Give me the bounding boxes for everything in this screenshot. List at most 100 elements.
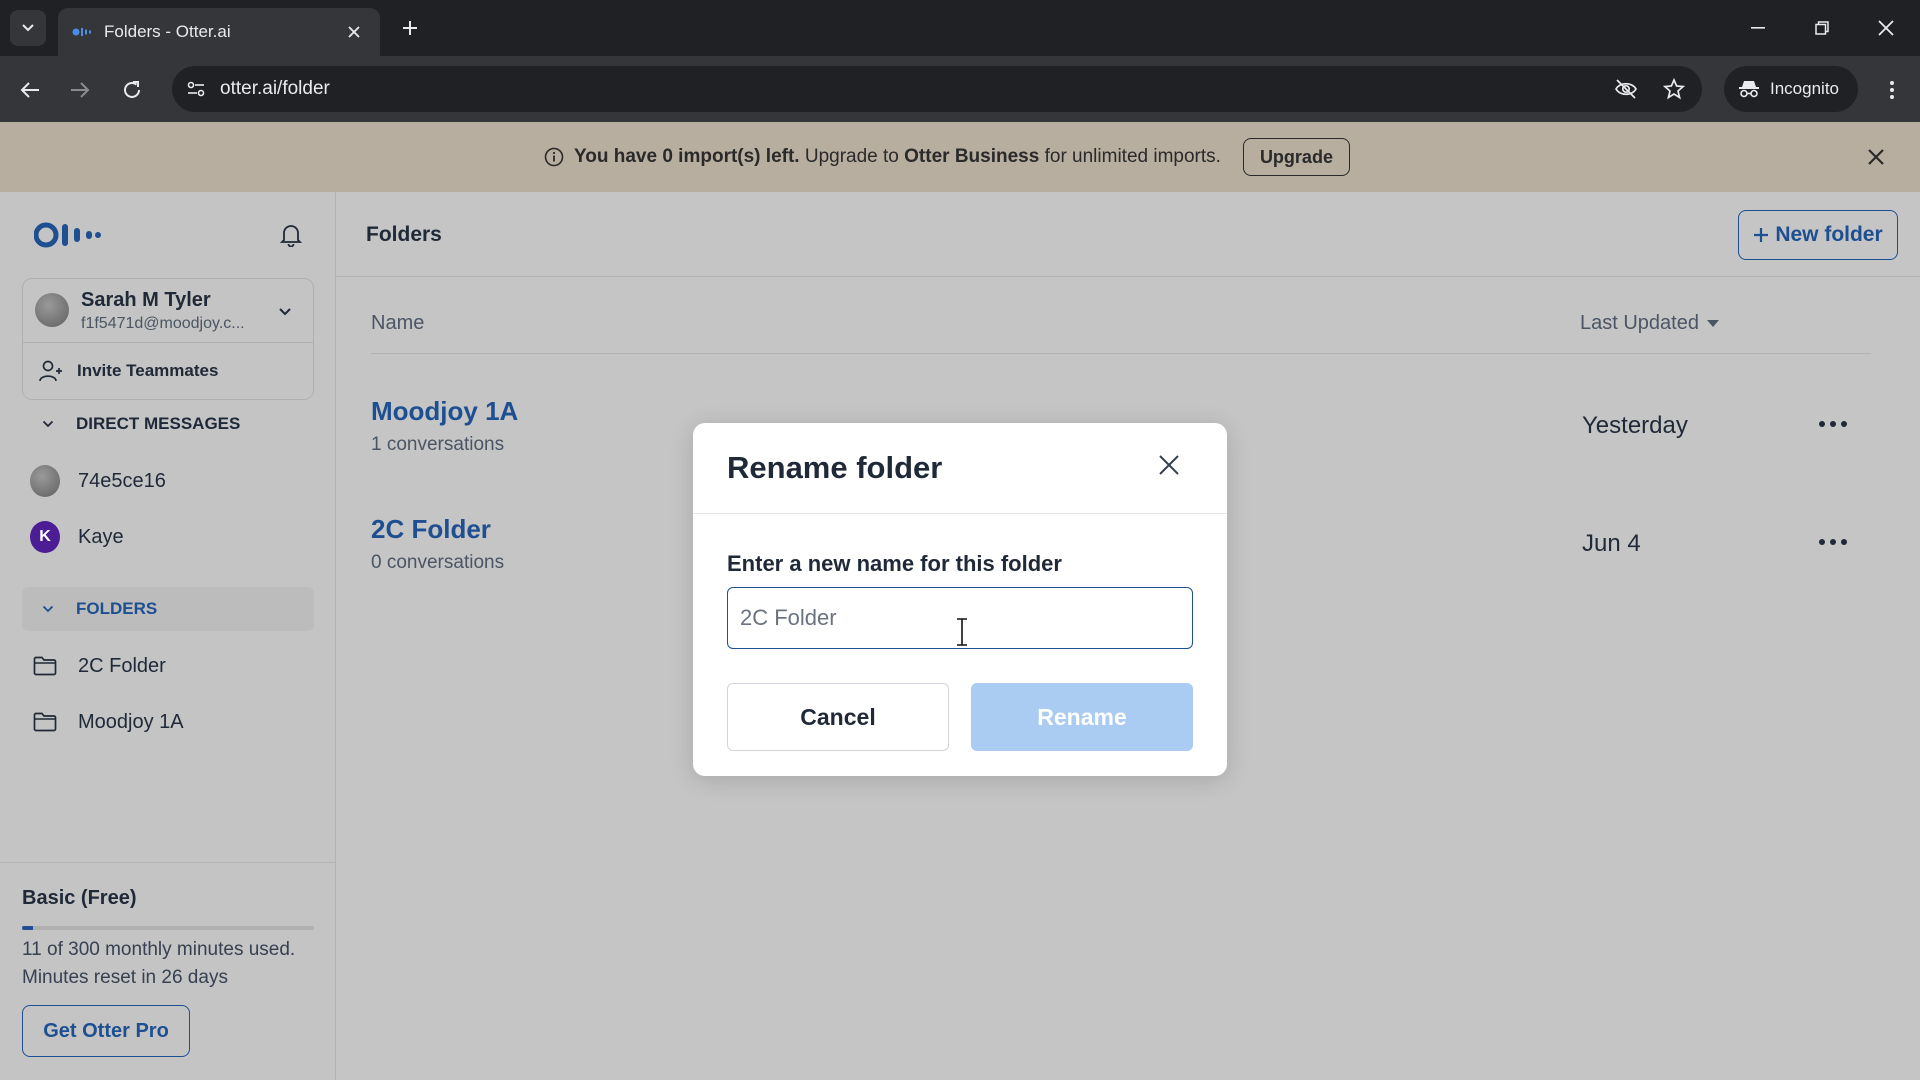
banner-text-brand: Otter Business [904, 146, 1040, 167]
incognito-icon [1739, 81, 1759, 98]
banner-close-button[interactable] [1862, 143, 1890, 171]
user-email: f1f5471d@moodjoy.c... [81, 315, 245, 332]
plan-title: Basic (Free) [22, 887, 137, 909]
otter-favicon-icon [72, 26, 92, 38]
browser-menu-button[interactable] [1876, 72, 1908, 108]
dm-item-74e5ce16[interactable]: 74e5ce16 [30, 458, 310, 504]
dm-item-label: Kaye [78, 525, 124, 548]
browser-tab-bar: Folders - Otter.ai [0, 0, 1920, 56]
folder-row-menu-button[interactable] [1816, 532, 1850, 552]
invite-teammates-label: Invite Teammates [77, 361, 219, 380]
notifications-button[interactable] [276, 220, 306, 250]
folder-icon [30, 651, 60, 681]
account-switcher[interactable]: Sarah M Tyler f1f5471d@moodjoy.c... [23, 279, 313, 343]
reload-button[interactable] [114, 72, 150, 108]
new-folder-button[interactable]: New folder [1738, 210, 1898, 260]
eye-off-icon[interactable] [1612, 75, 1640, 103]
plus-icon [403, 21, 417, 35]
dm-item-kaye[interactable]: K Kaye [30, 514, 310, 560]
reload-icon [124, 81, 140, 98]
folder-row-count: 1 conversations [371, 434, 505, 455]
column-header-name: Name [371, 312, 425, 334]
tab-close-icon[interactable] [342, 20, 366, 44]
sort-last-updated[interactable]: Last Updated [1580, 312, 1719, 335]
incognito-label: Incognito [1770, 79, 1839, 98]
direct-messages-toggle[interactable]: DIRECT MESSAGES [22, 402, 314, 446]
account-panel: Sarah M Tyler f1f5471d@moodjoy.c... Invi… [22, 278, 314, 400]
add-user-icon [39, 360, 62, 382]
minutes-progress-fill [22, 926, 33, 930]
minutes-progress-bar [22, 926, 314, 930]
otter-logo[interactable] [33, 222, 102, 253]
import-limit-banner: You have 0 import(s) left. Upgrade to Ot… [0, 122, 1920, 192]
dialog-title: Rename folder [727, 450, 943, 485]
dm-avatar [30, 465, 60, 497]
close-icon [1868, 149, 1884, 165]
folder-name-label: Enter a new name for this folder [727, 551, 1062, 576]
caret-down-icon [1706, 319, 1719, 327]
table-header-divider [371, 353, 1871, 354]
new-folder-label: New folder [1775, 223, 1883, 246]
chevron-down-icon [40, 416, 56, 432]
sidebar-folder-2c-folder[interactable]: 2C Folder [30, 643, 310, 689]
chevron-down-icon [275, 301, 295, 321]
bell-icon [280, 225, 302, 247]
dm-avatar: K [30, 521, 60, 553]
minutes-used-text: 11 of 300 monthly minutes used. [22, 939, 296, 960]
direct-messages-label: DIRECT MESSAGES [76, 414, 241, 433]
upgrade-button[interactable]: Upgrade [1242, 138, 1350, 176]
avatar [35, 293, 69, 327]
close-window-button[interactable] [1870, 12, 1902, 44]
dialog-close-button[interactable] [1151, 447, 1187, 483]
banner-text-bold: You have 0 import(s) left. [574, 146, 800, 167]
rename-button[interactable]: Rename [971, 683, 1193, 751]
back-button[interactable] [12, 72, 48, 108]
address-bar[interactable]: otter.ai/folder [172, 66, 1702, 112]
chevron-down-icon [40, 601, 56, 617]
more-horizontal-icon [1819, 539, 1847, 545]
arrow-left-icon [20, 82, 39, 98]
browser-tab-active[interactable]: Folders - Otter.ai [58, 8, 380, 56]
sidebar: Sarah M Tyler f1f5471d@moodjoy.c... Invi… [0, 192, 336, 1080]
dialog-divider [693, 513, 1227, 514]
url-text: otter.ai/folder [220, 78, 330, 99]
tab-search-button[interactable] [10, 10, 46, 46]
more-vertical-icon [1890, 81, 1894, 99]
minutes-reset-text: Minutes reset in 26 days [22, 967, 228, 988]
text-cursor-icon [957, 618, 967, 646]
bookmark-star-icon[interactable] [1660, 75, 1688, 103]
folders-label: FOLDERS [76, 599, 158, 618]
sidebar-divider [0, 862, 336, 863]
more-horizontal-icon [1819, 421, 1847, 427]
page-title: Folders [366, 223, 442, 246]
restore-icon [1815, 21, 1829, 35]
dm-item-label: 74e5ce16 [78, 469, 166, 492]
site-settings-icon[interactable] [182, 75, 210, 103]
plus-icon [1754, 228, 1769, 242]
get-otter-pro-button[interactable]: Get Otter Pro [22, 1005, 190, 1057]
incognito-indicator[interactable]: Incognito [1724, 66, 1858, 112]
close-icon [1878, 20, 1894, 36]
folder-row-name[interactable]: Moodjoy 1A [371, 396, 518, 427]
info-icon [544, 147, 564, 167]
folder-row-date: Jun 4 [1582, 530, 1641, 557]
rename-folder-dialog: Rename folder Enter a new name for this … [693, 423, 1227, 776]
user-name: Sarah M Tyler [81, 289, 211, 311]
folder-row-date: Yesterday [1582, 412, 1688, 439]
plan-usage: Basic (Free) 11 of 300 monthly minutes u… [22, 887, 314, 992]
folder-row-count: 0 conversations [371, 552, 505, 573]
arrow-right-icon [71, 82, 90, 98]
invite-teammates-button[interactable]: Invite Teammates [23, 343, 313, 399]
new-tab-button[interactable] [396, 14, 424, 42]
folder-row-name[interactable]: 2C Folder [371, 514, 491, 545]
minimize-icon [1751, 27, 1765, 29]
banner-message: You have 0 import(s) left. Upgrade to Ot… [574, 146, 1221, 168]
minimize-window-button[interactable] [1742, 12, 1774, 44]
folders-toggle[interactable]: FOLDERS [22, 587, 314, 631]
sidebar-folder-moodjoy-1a[interactable]: Moodjoy 1A [30, 699, 310, 745]
restore-window-button[interactable] [1806, 12, 1838, 44]
cancel-button[interactable]: Cancel [727, 683, 949, 751]
folder-row-menu-button[interactable] [1816, 414, 1850, 434]
otter-logo-icon [33, 222, 101, 248]
forward-button[interactable] [62, 72, 98, 108]
